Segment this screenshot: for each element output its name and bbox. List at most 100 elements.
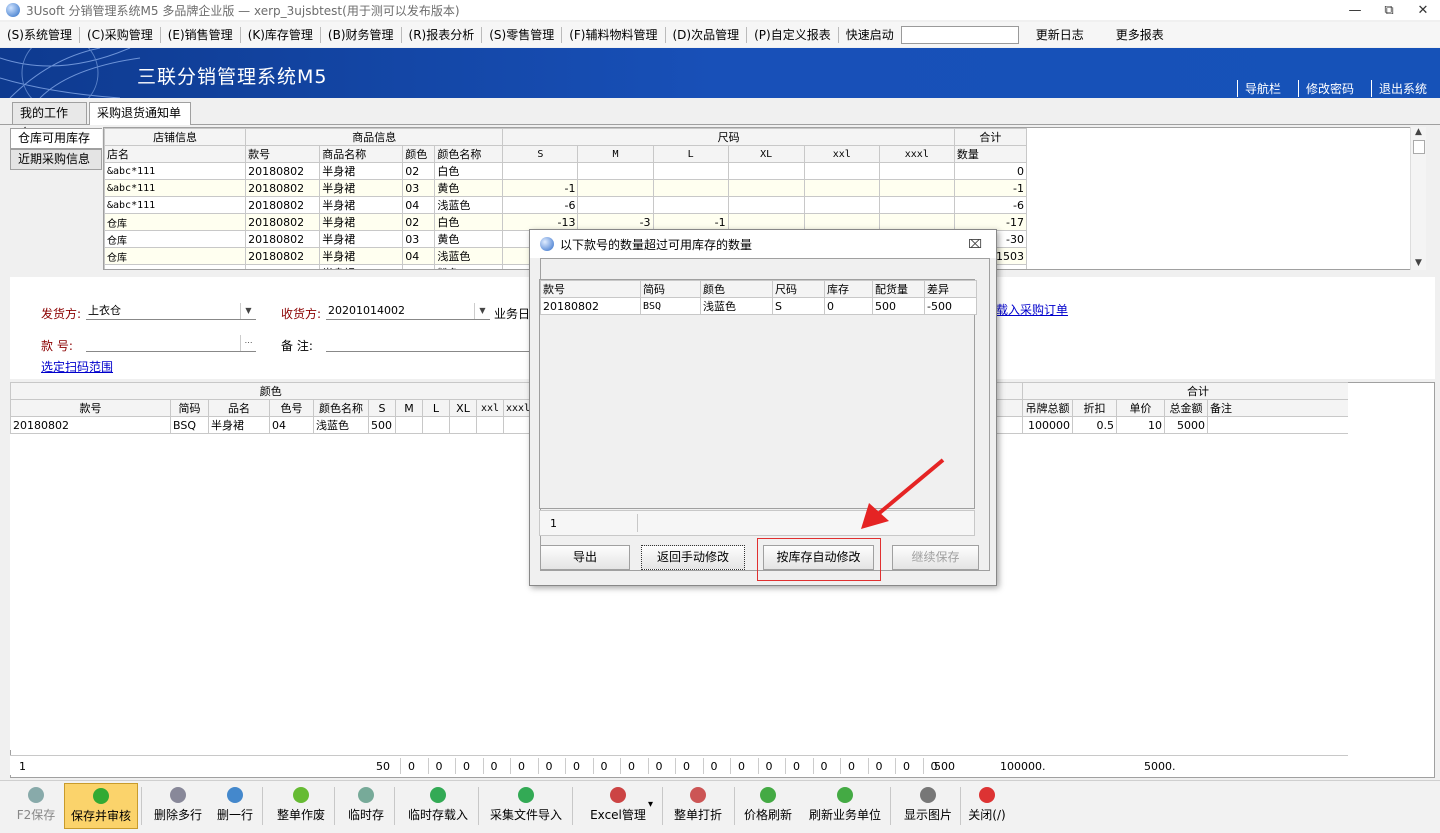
column-header[interactable]: 店名: [104, 145, 247, 163]
column-header[interactable]: M: [577, 145, 654, 163]
save-audit-button[interactable]: 保存并审核: [64, 783, 138, 829]
ellipsis-icon[interactable]: ⋯: [240, 335, 256, 351]
menu-custom-reports[interactable]: (P)自定义报表: [751, 24, 834, 46]
column-header[interactable]: 尺码: [772, 280, 825, 298]
refresh-units-button[interactable]: 刷新业务单位: [802, 783, 888, 829]
table-cell: [727, 213, 805, 231]
tab-workbench[interactable]: 我的工作台: [12, 102, 87, 140]
column-header[interactable]: xxl: [476, 399, 504, 417]
receiver-select[interactable]: 20201014002 ▼: [326, 303, 490, 320]
menu-retail[interactable]: (S)零售管理: [486, 24, 557, 46]
back-manual-edit-button[interactable]: 返回手动修改: [641, 545, 745, 570]
side-tab-available-stock[interactable]: 仓库可用库存: [10, 128, 102, 149]
table-row[interactable]: 20180802 BSQ 浅蓝色 S 0 500 -500: [540, 297, 977, 315]
table-row[interactable]: 仓库 20180802 半身裙 02 白色 -13 -3 -1 -17: [104, 213, 1028, 231]
tab-purchase-return-notice[interactable]: 采购退货通知单: [89, 102, 191, 125]
chevron-down-icon[interactable]: ▼: [240, 303, 256, 319]
column-header[interactable]: XL: [727, 145, 805, 163]
delete-row-button[interactable]: 删一行: [212, 783, 258, 829]
minimize-icon[interactable]: —: [1338, 0, 1372, 20]
column-header[interactable]: xxxl: [502, 399, 532, 417]
column-header[interactable]: 颜色: [700, 280, 773, 298]
column-header[interactable]: 折扣: [1072, 399, 1118, 417]
menu-inventory[interactable]: (K)库存管理: [245, 24, 316, 46]
column-header[interactable]: XL: [449, 399, 477, 417]
column-header[interactable]: 款号: [540, 280, 641, 298]
temp-save-icon: [358, 787, 374, 803]
scroll-up-icon[interactable]: ▲: [1411, 127, 1426, 137]
close-button[interactable]: 关闭(/): [964, 783, 1010, 829]
column-header[interactable]: 库存: [824, 280, 873, 298]
refresh-price-button[interactable]: 价格刷新: [736, 783, 800, 829]
note-input[interactable]: [326, 335, 538, 352]
column-header[interactable]: 颜色名称: [434, 145, 504, 163]
table-cell: 仓库: [104, 264, 247, 269]
scan-range-link[interactable]: 选定扫码范围: [41, 358, 113, 375]
dialog-close-icon[interactable]: ⌧: [968, 237, 982, 251]
menu-defects[interactable]: (D)次品管理: [670, 24, 743, 46]
column-header[interactable]: 色号: [269, 399, 314, 417]
banner-logout-link[interactable]: 退出系统: [1370, 80, 1434, 97]
excel-dropdown-icon[interactable]: ▾: [648, 799, 653, 810]
table-cell: [727, 162, 805, 180]
column-header[interactable]: 数量: [953, 145, 1028, 163]
column-header[interactable]: L: [422, 399, 450, 417]
load-purchase-order-link[interactable]: 载入采购订单: [996, 301, 1068, 318]
discount-button[interactable]: 整单打折: [664, 783, 732, 829]
column-header[interactable]: L: [652, 145, 729, 163]
menu-system[interactable]: (S)系统管理: [4, 24, 75, 46]
import-file-button[interactable]: 采集文件导入: [481, 783, 571, 829]
table-row[interactable]: &abc*111 20180802 半身裙 03 黄色 -1 -1: [104, 179, 1028, 197]
scroll-thumb[interactable]: [1412, 140, 1425, 154]
column-header[interactable]: 简码: [170, 399, 209, 417]
chevron-down-icon[interactable]: ▼: [474, 303, 490, 319]
save-button[interactable]: F2保存: [8, 783, 64, 829]
void-button[interactable]: 整单作废: [268, 783, 334, 829]
column-header[interactable]: 单价: [1116, 399, 1166, 417]
banner-nav-link[interactable]: 导航栏: [1236, 80, 1288, 97]
column-header[interactable]: xxxl: [878, 145, 955, 163]
side-tab-recent-purchase[interactable]: 近期采购信息: [10, 149, 102, 170]
table-row[interactable]: &abc*111 20180802 半身裙 04 浅蓝色 -6 -6: [104, 196, 1028, 214]
column-header[interactable]: S: [368, 399, 396, 417]
continue-save-button[interactable]: 继续保存: [892, 545, 979, 570]
restore-icon[interactable]: ⧉: [1372, 0, 1406, 20]
menu-reports[interactable]: (R)报表分析: [406, 24, 478, 46]
quick-launch-input[interactable]: [900, 25, 1019, 44]
menu-purchase[interactable]: (C)采购管理: [84, 24, 156, 46]
column-header[interactable]: 总金额: [1164, 399, 1209, 417]
table-row[interactable]: &abc*111 20180802 半身裙 02 白色 0: [104, 162, 1028, 180]
table-cell: 10: [1116, 416, 1166, 434]
window-title: 3Usoft 分销管理系统M5 多品牌企业版 — xerp_3ujsbtest(…: [26, 3, 460, 18]
delete-rows-button[interactable]: 删除多行: [147, 783, 209, 829]
column-header[interactable]: xxl: [803, 145, 880, 163]
column-header[interactable]: 差异: [924, 280, 977, 298]
column-header[interactable]: 备注: [1207, 399, 1348, 417]
export-button[interactable]: 导出: [540, 545, 630, 570]
menu-materials[interactable]: (F)辅料物料管理: [566, 24, 660, 46]
column-header[interactable]: 款号: [245, 145, 321, 163]
column-header[interactable]: 款号: [10, 399, 171, 417]
column-header[interactable]: 颜色名称: [313, 399, 369, 417]
column-header[interactable]: 简码: [640, 280, 701, 298]
column-header[interactable]: S: [502, 145, 579, 163]
banner-change-password-link[interactable]: 修改密码: [1297, 80, 1361, 97]
menu-update-log[interactable]: 更新日志: [1033, 24, 1087, 46]
column-header[interactable]: M: [395, 399, 423, 417]
column-header[interactable]: 配货量: [872, 280, 925, 298]
vertical-scrollbar[interactable]: ▲ ▼: [1410, 127, 1426, 270]
sender-select[interactable]: 上衣仓 ▼: [86, 303, 256, 320]
close-icon[interactable]: ✕: [1406, 0, 1440, 20]
style-no-input[interactable]: ⋯: [86, 335, 256, 352]
temp-load-button[interactable]: 临时存载入: [398, 783, 478, 829]
menu-more-reports[interactable]: 更多报表: [1113, 24, 1167, 46]
show-image-button[interactable]: 显示图片: [896, 783, 960, 829]
scroll-down-icon[interactable]: ▼: [1411, 258, 1426, 268]
temp-save-button[interactable]: 临时存: [338, 783, 394, 829]
menu-finance[interactable]: (B)财务管理: [325, 24, 397, 46]
column-header[interactable]: 吊牌总额: [1022, 399, 1074, 417]
column-header[interactable]: 品名: [208, 399, 270, 417]
column-header[interactable]: 商品名称: [319, 145, 404, 163]
column-header[interactable]: 颜色: [402, 145, 436, 163]
menu-sales[interactable]: (E)销售管理: [165, 24, 236, 46]
